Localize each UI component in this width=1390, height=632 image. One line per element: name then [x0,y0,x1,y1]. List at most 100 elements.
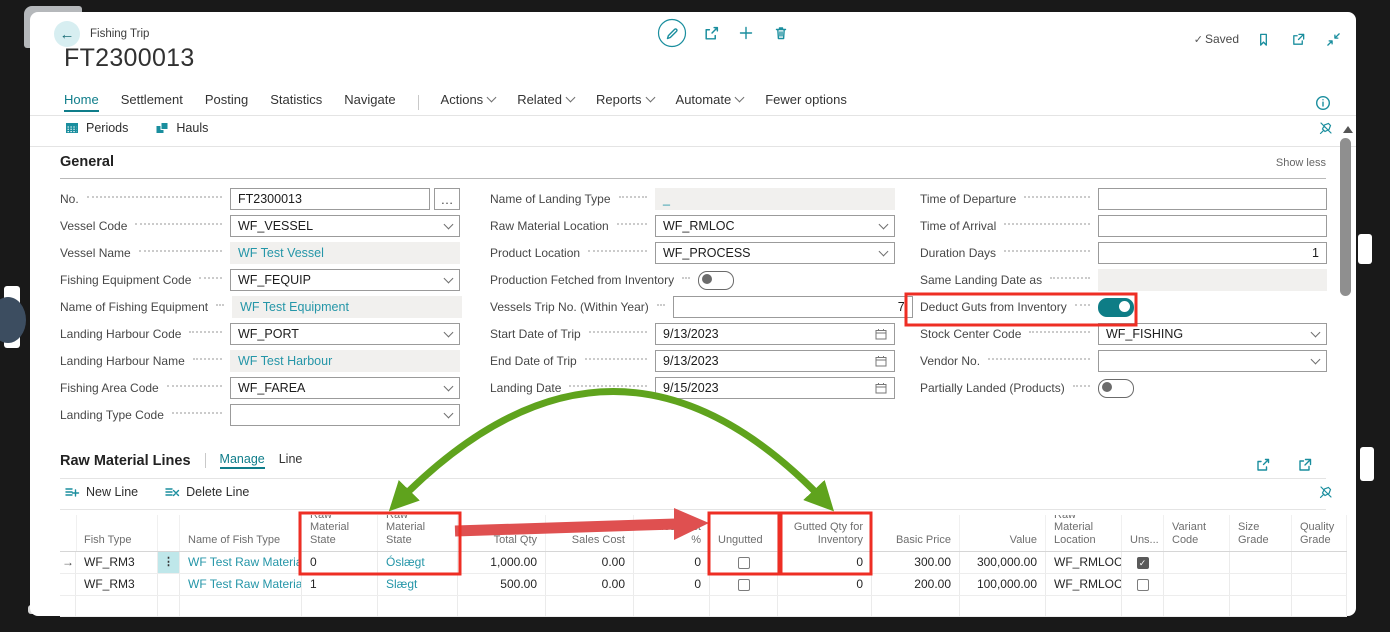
fishing-area-code-select[interactable]: WF_FAREA [230,377,460,399]
column-header-sales_cost_pct[interactable]: Sales Cost % [634,515,710,551]
cell-name_of_raw_material_state[interactable]: Slægt [378,574,458,595]
cell-size_grade[interactable] [1230,552,1292,573]
collapse-button[interactable] [1322,28,1344,50]
cell-raw_material_location[interactable]: WF_RMLOC [1046,552,1122,573]
cell-gutted_qty_for_inventory[interactable]: 0 [778,574,872,595]
ungutted-checkbox[interactable] [738,557,750,569]
cell-total_qty[interactable]: 500.00 [458,574,546,595]
cell-variant_code[interactable] [1164,574,1230,595]
cell-total_qty[interactable]: 1,000.00 [458,552,546,573]
share-button[interactable] [700,22,722,44]
landing-type-code-select[interactable] [230,404,460,426]
vessels-trip-no-within-year-input[interactable]: 7 [673,296,913,318]
cell-raw_material_state[interactable]: 1 [302,574,378,595]
vertical-scrollbar[interactable] [1340,138,1351,296]
column-header-gutted_qty_for_inventory[interactable]: Gutted Qty for Inventory [778,515,872,551]
cell-sales_cost_pct[interactable]: 0 [634,552,710,573]
vessel-code-select[interactable]: WF_VESSEL [230,215,460,237]
row-context-menu-button[interactable]: ⋮ [158,552,179,573]
no-input[interactable]: FT2300013 [230,188,430,210]
add-button[interactable] [735,22,757,44]
product-location-select[interactable]: WF_PROCESS [655,242,895,264]
duration-days-input[interactable]: 1 [1098,242,1327,264]
column-header-name_of_fish_type[interactable]: Name of Fish Type [180,515,302,551]
column-header-size_grade[interactable]: Size Grade [1230,515,1292,551]
cell-name_of_fish_type[interactable]: WF Test Raw Material 3 [180,552,302,573]
start-date-of-trip-input[interactable]: 9/13/2023 [655,323,895,345]
column-header-total_qty[interactable]: Total Qty [458,515,546,551]
menu-tab-home[interactable]: Home [64,92,99,112]
column-header-ungutted[interactable]: Ungutted [710,515,778,551]
ungutted-checkbox[interactable] [738,579,750,591]
cell-name_of_raw_material_state[interactable]: Óslægt [378,552,458,573]
bookmark-button[interactable] [1252,28,1274,50]
date-picker-button[interactable] [875,328,887,340]
time-of-departure-input[interactable] [1098,188,1327,210]
menu-dropdown-reports[interactable]: Reports [596,92,654,112]
pin-button[interactable] [1318,484,1334,505]
cell-quality_grade[interactable] [1292,574,1347,595]
menu-tab-posting[interactable]: Posting [205,92,248,112]
raw-material-location-select[interactable]: WF_RMLOC [655,215,895,237]
column-header-basic_price[interactable]: Basic Price [872,515,960,551]
cell-raw_material_state[interactable]: 0 [302,552,378,573]
landing-date-input[interactable]: 9/15/2023 [655,377,895,399]
time-of-arrival-input[interactable] [1098,215,1327,237]
date-picker-button[interactable] [875,355,887,367]
edit-button[interactable] [657,18,687,48]
show-less-link[interactable]: Show less [1276,157,1326,169]
column-header-raw_material_state[interactable]: Raw Material State [302,515,378,551]
cell-gutted_qty_for_inventory[interactable]: 0 [778,552,872,573]
open-list-button[interactable] [1294,454,1316,476]
deduct-guts-from-inventory-toggle[interactable] [1098,298,1134,317]
menu-tab-navigate[interactable]: Navigate [344,92,395,112]
date-picker-button[interactable] [875,382,887,394]
side-panel-handle[interactable] [0,297,26,343]
end-date-of-trip-input[interactable]: 9/13/2023 [655,350,895,372]
tab-manage[interactable]: Manage [220,452,265,469]
production-fetched-from-inventory-toggle[interactable] [698,271,734,290]
delete-button[interactable] [770,22,792,44]
partially-landed-products-toggle[interactable] [1098,379,1134,398]
breadcrumb[interactable]: Fishing Trip [90,28,149,40]
vendor-no-select[interactable] [1098,350,1327,372]
column-header-value[interactable]: Value [960,515,1046,551]
delete-line-button[interactable]: Delete Line [164,484,249,500]
cell-fish_type[interactable]: WF_RM3 [76,574,158,595]
periods-button[interactable]: Periods [64,120,128,136]
menu-dropdown-automate[interactable]: Automate [676,92,744,112]
cell-size_grade[interactable] [1230,574,1292,595]
uns-checkbox[interactable] [1137,557,1149,569]
cell-basic_price[interactable]: 300.00 [872,552,960,573]
menu-dropdown-related[interactable]: Related [517,92,574,112]
cell-sales_cost_pct[interactable]: 0 [634,574,710,595]
cell-fish_type[interactable]: WF_RM3 [76,552,158,573]
column-header-fish_type[interactable]: Fish Type [76,515,158,551]
pin-button[interactable] [1318,120,1334,141]
cell-raw_material_location[interactable]: WF_RMLOC [1046,574,1122,595]
cell-name_of_fish_type[interactable]: WF Test Raw Material 3 [180,574,302,595]
landing-harbour-code-select[interactable]: WF_PORT [230,323,460,345]
cell-sales_cost[interactable]: 0.00 [546,552,634,573]
column-header-quality_grade[interactable]: Quality Grade [1292,515,1347,551]
scroll-up-arrow[interactable] [1343,126,1353,133]
cell-value[interactable]: 100,000.00 [960,574,1046,595]
info-button[interactable] [1312,92,1334,114]
cell-quality_grade[interactable] [1292,552,1347,573]
cell-basic_price[interactable]: 200.00 [872,574,960,595]
assist-edit-button[interactable]: … [434,188,460,210]
column-header-uns[interactable]: Uns... [1122,515,1164,551]
tab-line[interactable]: Line [279,452,303,469]
new-line-button[interactable]: New Line [64,484,138,500]
menu-tab-statistics[interactable]: Statistics [270,92,322,112]
stock-center-code-select[interactable]: WF_FISHING [1098,323,1327,345]
fishing-equipment-code-select[interactable]: WF_FEQUIP [230,269,460,291]
cell-sales_cost[interactable]: 0.00 [546,574,634,595]
menu-dropdown-actions[interactable]: Actions [441,92,496,112]
share-list-button[interactable] [1252,454,1274,476]
column-header-name_of_raw_material_state[interactable]: Name of Raw Material State [378,515,458,551]
uns-checkbox[interactable] [1137,579,1149,591]
menu-fewer-options[interactable]: Fewer options [765,92,847,112]
cell-variant_code[interactable] [1164,552,1230,573]
column-header-raw_material_location[interactable]: Raw Material Location [1046,515,1122,551]
